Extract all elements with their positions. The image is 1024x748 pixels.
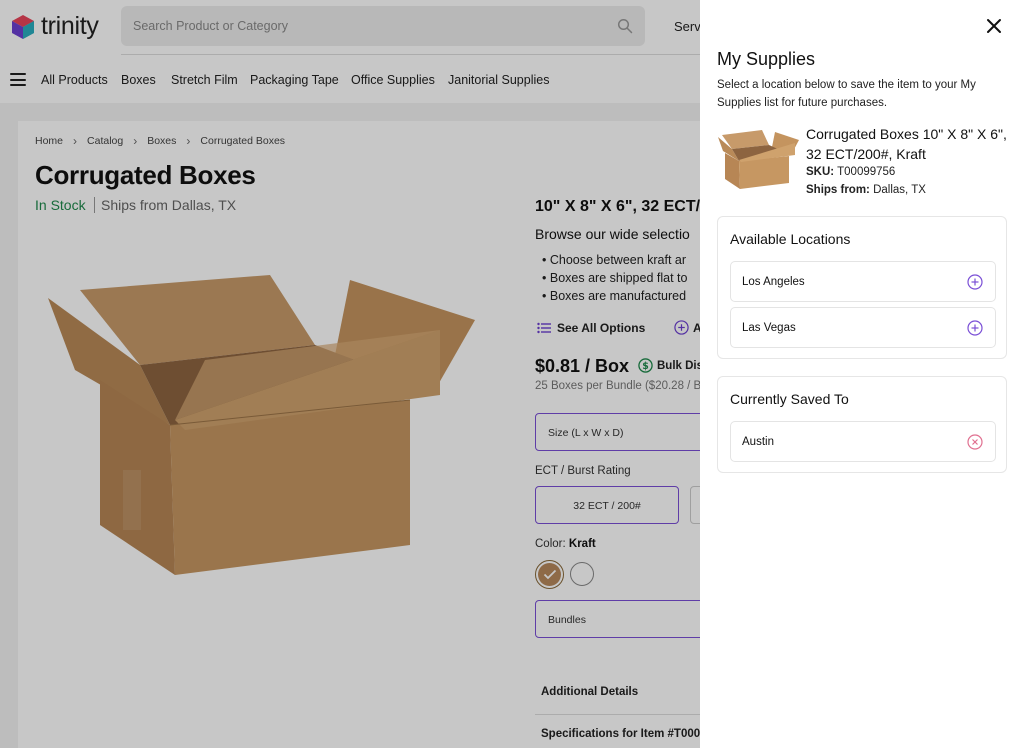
saved-locations-title: Currently Saved To [730, 391, 849, 407]
item-sku: SKU: T00099756 [806, 166, 896, 178]
my-supplies-drawer [700, 0, 1024, 748]
modal-backdrop[interactable] [0, 0, 700, 748]
add-circle-icon[interactable] [967, 320, 983, 336]
saved-locations-panel: Currently Saved To Austin [717, 376, 1007, 473]
location-name: Austin [742, 436, 774, 448]
item-ships-from: Ships from: Dallas, TX [806, 184, 926, 196]
close-icon[interactable] [985, 17, 1003, 35]
available-locations-panel: Available Locations Los Angeles Las Vega… [717, 216, 1007, 359]
available-locations-title: Available Locations [730, 231, 851, 247]
item-name: Corrugated Boxes 10" X 8" X 6", 32 ECT/2… [806, 126, 1007, 162]
location-item-las-vegas[interactable]: Las Vegas [730, 307, 996, 348]
location-item-austin[interactable]: Austin [730, 421, 996, 462]
drawer-title: My Supplies [717, 49, 816, 69]
location-item-los-angeles[interactable]: Los Angeles [730, 261, 996, 302]
remove-circle-icon[interactable] [967, 434, 983, 450]
item-thumbnail [718, 130, 799, 189]
drawer-description: Select a location below to save the item… [717, 79, 976, 109]
location-name: Las Vegas [742, 322, 796, 334]
location-name: Los Angeles [742, 276, 805, 288]
add-circle-icon[interactable] [967, 274, 983, 290]
